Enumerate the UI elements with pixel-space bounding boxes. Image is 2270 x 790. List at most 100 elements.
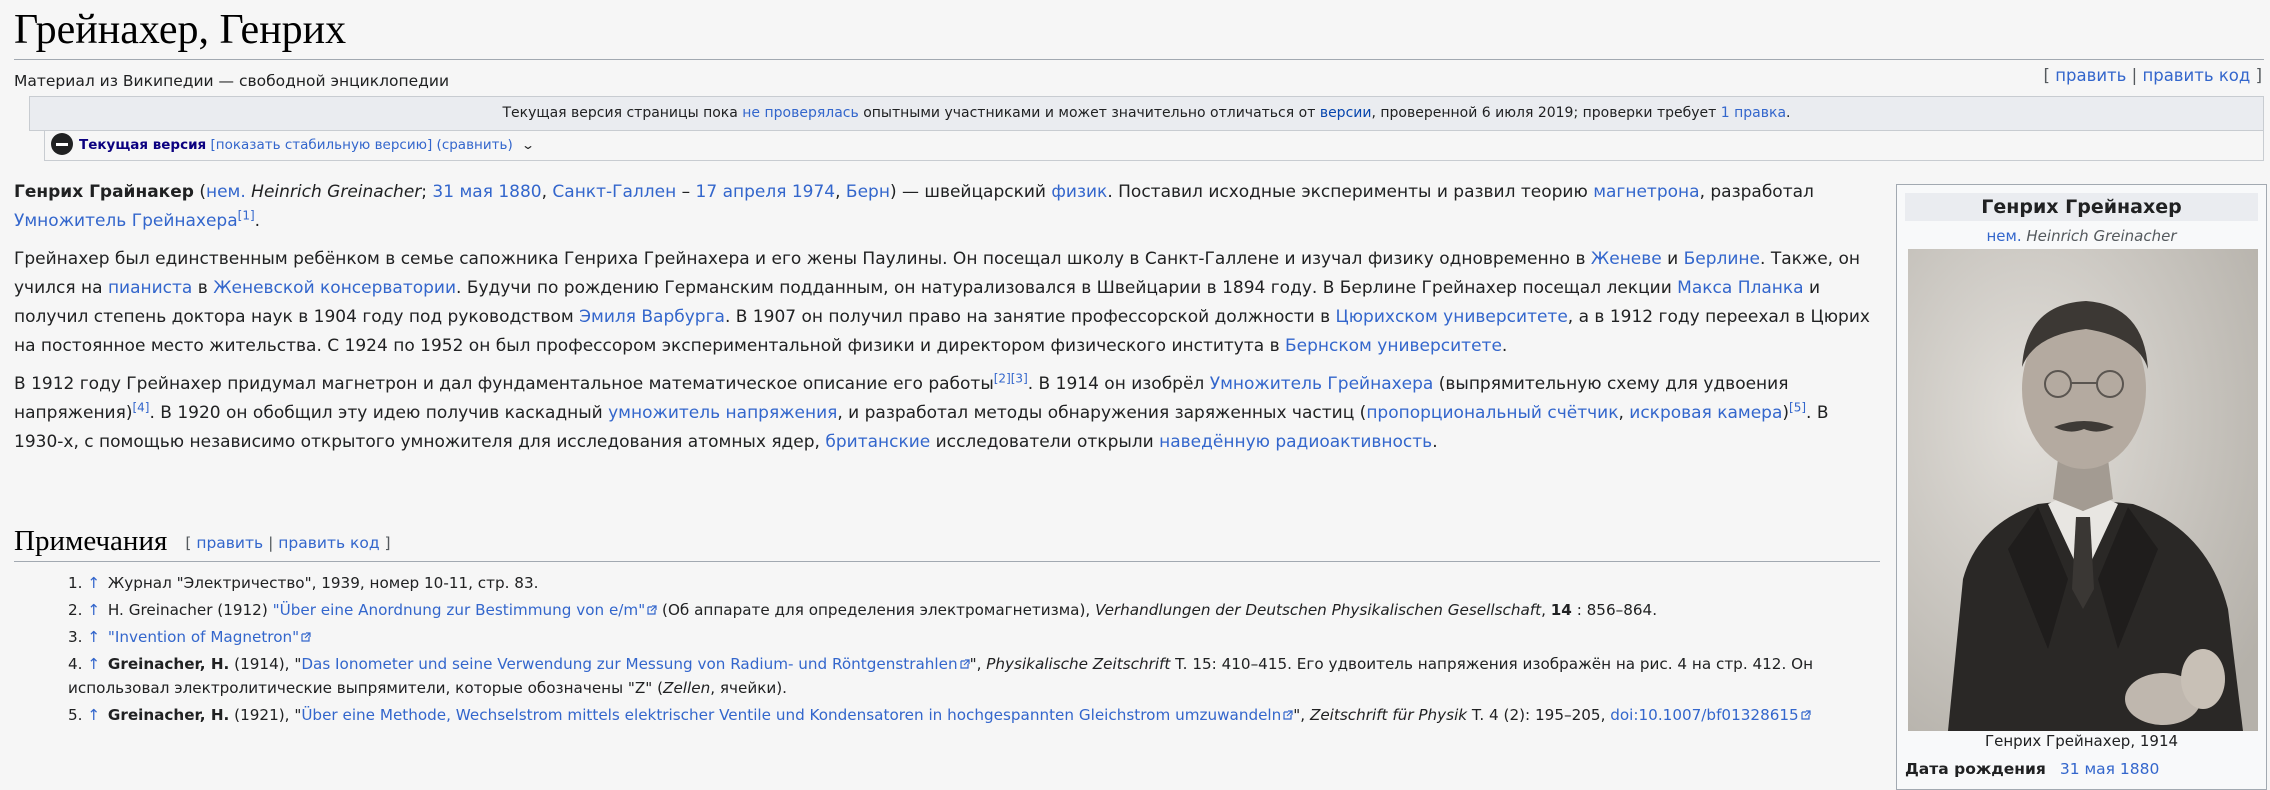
bracket-close: ]: [2255, 66, 2262, 85]
physicist-link[interactable]: физик: [1051, 182, 1107, 202]
external-link-icon: [301, 632, 311, 642]
ref-text: (Об аппарате для определения электромагн…: [657, 601, 1096, 619]
berlin-link[interactable]: Берлине: [1684, 249, 1760, 269]
british-link[interactable]: британские: [825, 432, 930, 452]
author: Greinacher, H.: [107, 655, 230, 673]
birth-row: Дата рождения 31 мая 1880: [1905, 760, 2159, 778]
birth-date-link[interactable]: 31 мая 1880: [432, 182, 541, 202]
ital-term: Zellen: [663, 679, 711, 697]
ref-link[interactable]: [3]: [1011, 371, 1028, 385]
original-name: Heinrich Greinacher: [245, 182, 422, 202]
ref-text: ,: [1541, 601, 1551, 619]
text: . Будучи по рождению Германским подданны…: [456, 278, 1678, 298]
notice-text: опытными участниками и может значительно…: [858, 105, 1320, 121]
ref-text: Журнал "Электричество", 1939, номер 10-1…: [103, 574, 539, 592]
geneva-link[interactable]: Женеве: [1591, 249, 1662, 269]
ref-number: 2.: [68, 601, 83, 619]
bracket-open: [: [185, 534, 192, 553]
magnetron-link[interactable]: магнетрона: [1593, 182, 1699, 202]
pending-edits-link[interactable]: 1 правка: [1721, 105, 1786, 121]
multiplier-link[interactable]: Умножитель Грейнахера: [1210, 374, 1434, 394]
review-notice: Текущая версия страницы пока не проверял…: [29, 96, 2264, 131]
text: .: [1501, 336, 1508, 356]
bracket-close: ]: [384, 534, 391, 553]
induced-radioactivity-link[interactable]: наведённую радиоактивность: [1159, 432, 1432, 452]
text: . В 1920 он обобщил эту идею получив кас…: [149, 403, 609, 423]
text: в: [192, 278, 214, 298]
infobox: Генрих Грейнахер нем. Heinrich Greinache…: [1896, 184, 2267, 790]
proportional-counter-link[interactable]: пропорциональный счётчик: [1366, 403, 1618, 423]
bern-university-link[interactable]: Бернском университете: [1285, 336, 1502, 356]
external-link[interactable]: Das Ionometer und seine Verwendung zur M…: [301, 655, 957, 673]
author: Greinacher, H.: [107, 706, 230, 724]
backlink-arrow[interactable]: ↑: [87, 655, 100, 673]
ref-text: (1921), ": [229, 706, 302, 724]
site-subtitle: Материал из Википедии — свободной энцикл…: [14, 72, 450, 90]
lang-link[interactable]: нем.: [1987, 227, 2022, 245]
reference-item: 5. ↑ Greinacher, H. (1921), "Über eine M…: [68, 703, 1908, 727]
ref-text: ",: [1293, 706, 1310, 724]
text: . В 1914 он изобрёл: [1027, 374, 1210, 394]
backlink-arrow[interactable]: ↑: [87, 706, 100, 724]
notice-text: .: [1786, 105, 1791, 121]
separator: |: [2131, 66, 2138, 85]
planck-link[interactable]: Макса Планка: [1677, 278, 1803, 298]
external-link[interactable]: Über eine Methode, Wechselstrom mittels …: [301, 706, 1281, 724]
section-edit-link[interactable]: править: [196, 534, 263, 552]
conservatory-link[interactable]: Женевской консерватории: [213, 278, 456, 298]
reference-item: 4. ↑ Greinacher, H. (1914), "Das Ionomet…: [68, 652, 1908, 700]
text: Грейнахер был единственным ребёнком в се…: [14, 249, 1591, 269]
warburg-link[interactable]: Эмиля Варбурга: [579, 307, 725, 327]
page-edit-links: [ править | править код ]: [2044, 66, 2262, 85]
ref-link[interactable]: [2]: [994, 371, 1011, 385]
minus-circle-icon: [51, 133, 73, 155]
reference-item: 3. ↑ "Invention of Magnetron": [68, 625, 1908, 649]
ref-number: 3.: [68, 628, 83, 646]
zurich-university-link[interactable]: Цюрихском университете: [1336, 307, 1568, 327]
edit-link[interactable]: править: [2055, 66, 2126, 85]
deathplace-link[interactable]: Берн: [846, 182, 890, 202]
ref-number: 1.: [68, 574, 83, 592]
spark-chamber-link[interactable]: искровая камера: [1629, 403, 1782, 423]
doi-link[interactable]: doi:10.1007/bf01328615: [1610, 706, 1798, 724]
revision-bar[interactable]: Текущая версия [показать стабильную верс…: [44, 130, 2264, 161]
pianist-link[interactable]: пианиста: [108, 278, 192, 298]
ref-link[interactable]: [5]: [1789, 400, 1806, 414]
edit-code-link[interactable]: править код: [2142, 66, 2250, 85]
text: , разработал: [1699, 182, 1814, 202]
birth-date-link[interactable]: 31 мая 1880: [2060, 760, 2160, 778]
ref-link[interactable]: [1]: [238, 208, 255, 222]
birthplace-link[interactable]: Санкт-Галлен: [552, 182, 676, 202]
text: (: [193, 182, 206, 202]
text: –: [676, 182, 696, 202]
multiplier-link[interactable]: Умножитель Грейнахера: [14, 211, 238, 231]
external-link[interactable]: "Invention of Magnetron": [108, 628, 299, 646]
death-date-link[interactable]: 17 апреля 1974: [696, 182, 836, 202]
text: . Поставил исходные эксперименты и разви…: [1107, 182, 1594, 202]
show-stable-link[interactable]: [показать стабильную версию]: [211, 137, 433, 153]
lang-link[interactable]: нем.: [206, 182, 246, 202]
text: . В 1907 он получил право на занятие про…: [724, 307, 1336, 327]
text: ,: [835, 182, 846, 202]
journal-title: Verhandlungen der Deutschen Physikalisch…: [1095, 601, 1542, 619]
notice-text: , проверенной 6 июля 2019; проверки треб…: [1371, 105, 1721, 121]
notice-text: Текущая версия страницы пока: [502, 105, 743, 121]
ref-link[interactable]: [4]: [132, 400, 149, 414]
backlink-arrow[interactable]: ↑: [87, 628, 100, 646]
section-edit-code-link[interactable]: править код: [278, 534, 379, 552]
infobox-title: Генрих Грейнахер: [1905, 193, 2258, 221]
infobox-subtitle: нем. Heinrich Greinacher: [1897, 223, 2266, 249]
backlink-arrow[interactable]: ↑: [87, 574, 100, 592]
backlink-arrow[interactable]: ↑: [87, 601, 100, 619]
chevron-down-icon[interactable]: ⌄: [521, 130, 535, 160]
text: ;: [421, 182, 433, 202]
version-link[interactable]: версии: [1320, 105, 1372, 121]
external-link[interactable]: "Über eine Anordnung zur Bestimmung von …: [273, 601, 646, 619]
unreviewed-link[interactable]: не проверялась: [742, 105, 858, 121]
lead-paragraph: Генрих Грайнакер (нем. Heinrich Greinach…: [14, 178, 1880, 236]
compare-link[interactable]: (сравнить): [437, 137, 513, 153]
portrait-image[interactable]: [1908, 249, 2258, 731]
portrait-caption: Генрих Грейнахер, 1914: [1984, 732, 2179, 750]
voltage-multiplier-link[interactable]: умножитель напряжения: [608, 403, 837, 423]
bracket-open: [: [2043, 66, 2050, 85]
